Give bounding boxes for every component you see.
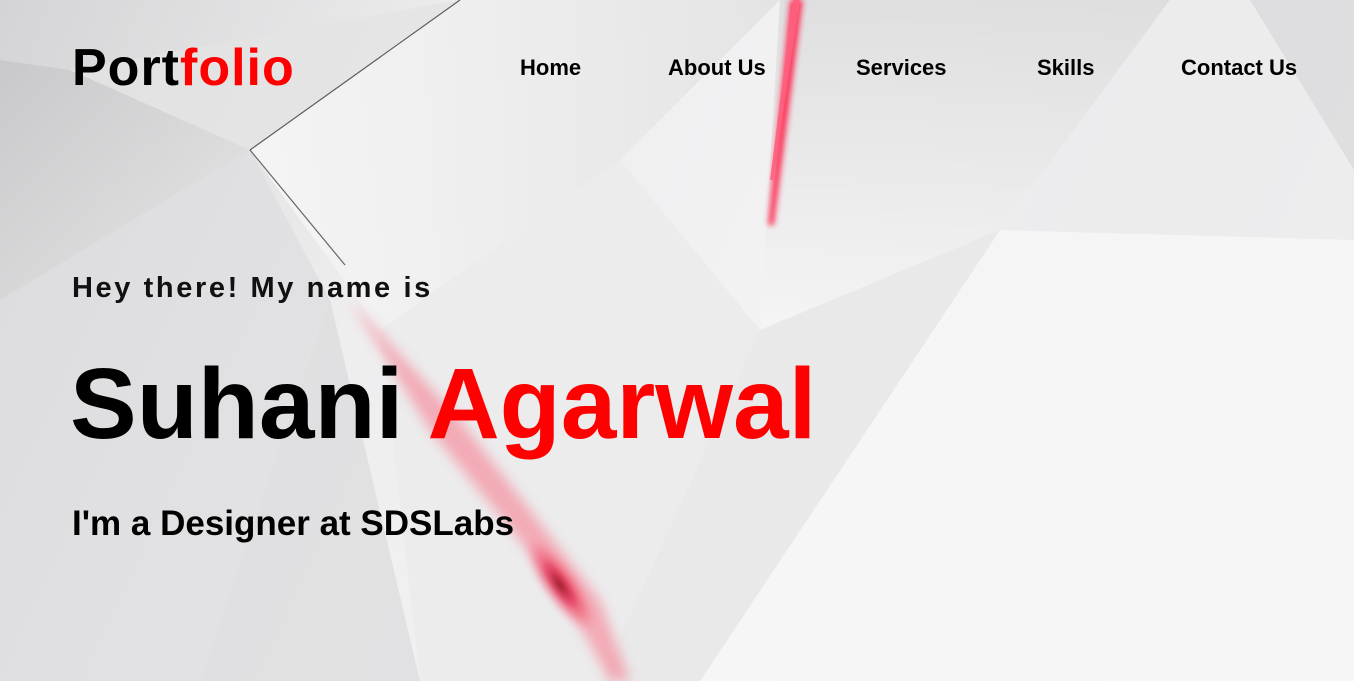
nav-link-home[interactable]: Home [520,54,581,82]
nav-link-about-us[interactable]: About Us [668,54,766,82]
nav-link-skills[interactable]: Skills [1037,54,1094,82]
hero-greeting: Hey there! My name is [72,272,433,304]
nav-link-services[interactable]: Services [856,54,947,82]
navbar: Portfolio Home About Us Services Skills … [0,0,1354,140]
hero-last-name: Agarwal [427,348,817,460]
hero-first-name: Suhani [70,348,404,460]
hero-name: Suhani Agarwal [70,348,816,460]
nav-link-contact-us[interactable]: Contact Us [1181,54,1297,82]
hero-tagline: I'm a Designer at SDSLabs [72,504,515,543]
hero-section: Portfolio Home About Us Services Skills … [0,0,1354,681]
nav-links: Home About Us Services Skills Contact Us [0,54,1354,84]
